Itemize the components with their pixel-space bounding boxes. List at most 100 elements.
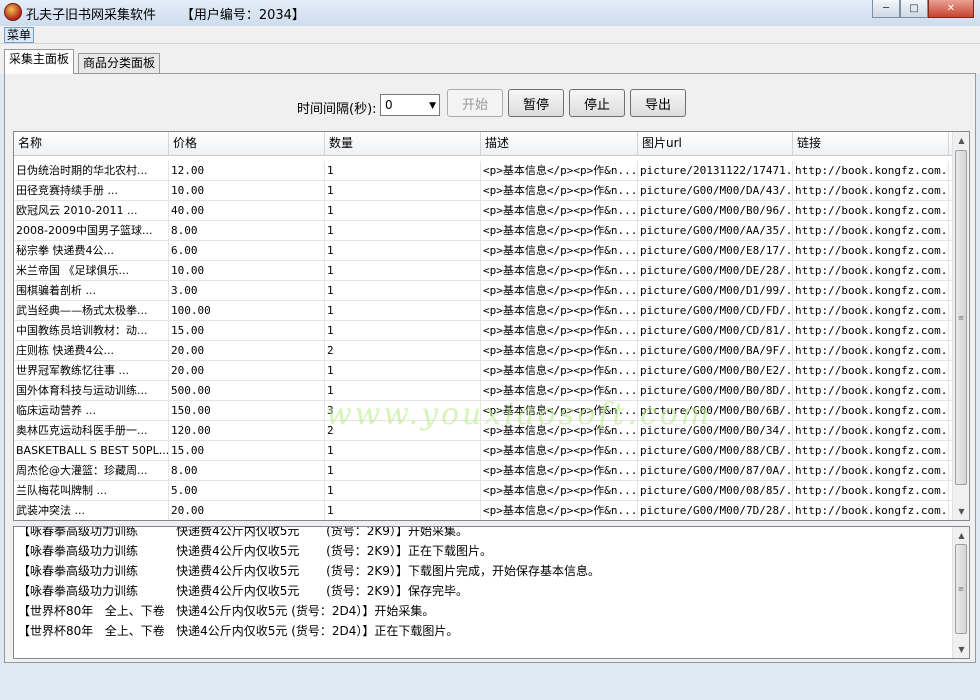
table-row[interactable]: 庄则栋 快递费4公... 20.00 2 <p>基本信息</p><p>作&n... pi…: [14, 341, 954, 361]
maximize-button[interactable]: □: [900, 0, 928, 18]
table-row[interactable]: 米兰帝国 《足球俱乐... 10.00 1 <p>基本信息</p><p>作&n... p…: [14, 261, 954, 281]
cell-link: http://book.kongfz.com...: [793, 201, 949, 221]
cell-description: <p>基本信息</p><p>作&n...: [481, 161, 638, 181]
cell-description: <p>基本信息</p><p>作&n...: [481, 261, 638, 281]
stop-button[interactable]: 停止: [569, 89, 625, 117]
column-header-description[interactable]: 描述: [481, 132, 638, 156]
column-header-name[interactable]: 名称: [14, 132, 169, 156]
cell-name: 欧冠风云 2010-2011 ...: [14, 201, 169, 221]
cell-image-url: picture/G00/M00/BA/9F/...: [638, 341, 793, 361]
cell-price: 100.00: [169, 301, 325, 321]
cell-price: 120.00: [169, 421, 325, 441]
table-row[interactable]: 日伪统治时期的华北农村... 12.00 1 <p>基本信息</p><p>作&n...…: [14, 161, 954, 181]
cell-name: 秘宗拳 快递费4公...: [14, 241, 169, 261]
cell-image-url: picture/G00/M00/B0/E2/...: [638, 361, 793, 381]
interval-select[interactable]: 0 ▼: [380, 94, 440, 116]
log-lines: 【咏春拳高级功力训练 快递费4公斤内仅收5元 (货号：2K9）】开始采集。 【咏春…: [18, 527, 600, 641]
cell-quantity: 1: [325, 301, 481, 321]
product-table[interactable]: 名称 价格 数量 描述 图片url 链接 日伪统治时期的华北农村... 12.00…: [13, 131, 970, 521]
cell-image-url: picture/G00/M00/E8/17/...: [638, 241, 793, 261]
scroll-down-icon[interactable]: ▼: [953, 641, 969, 658]
cell-description: <p>基本信息</p><p>作&n...: [481, 481, 638, 501]
table-scrollbar[interactable]: ▲ ≡ ▼: [952, 132, 969, 520]
bottom-strip: [0, 664, 980, 700]
cell-price: 10.00: [169, 181, 325, 201]
tab-product-category[interactable]: 商品分类面板: [78, 53, 161, 74]
column-header-quantity[interactable]: 数量: [325, 132, 481, 156]
table-row[interactable]: 世界冠军教练忆往事 ... 20.00 1 <p>基本信息</p><p>作&n... p…: [14, 361, 954, 381]
table-row[interactable]: 中国教练员培训教材：动... 15.00 1 <p>基本信息</p><p>作&n...…: [14, 321, 954, 341]
column-header-link[interactable]: 链接: [793, 132, 949, 156]
tab-collect-main[interactable]: 采集主面板: [4, 49, 75, 74]
cell-image-url: picture/G00/M00/88/CB/...: [638, 441, 793, 461]
cell-link: http://book.kongfz.com...: [793, 381, 949, 401]
menu-bar: 菜单: [0, 26, 980, 44]
scroll-thumb[interactable]: ≡: [955, 544, 967, 634]
pause-button[interactable]: 暂停: [508, 89, 564, 117]
cell-link: http://book.kongfz.com...: [793, 361, 949, 381]
cell-link: http://book.kongfz.com...: [793, 161, 949, 181]
menu-item-menu[interactable]: 菜单: [4, 27, 35, 43]
table-row[interactable]: 围棋骗着剖析 ... 3.00 1 <p>基本信息</p><p>作&n... pictu…: [14, 281, 954, 301]
table-row[interactable]: 武装冲突法 ... 20.00 1 <p>基本信息</p><p>作&n... pictu…: [14, 501, 954, 520]
cell-description: <p>基本信息</p><p>作&n...: [481, 181, 638, 201]
cell-quantity: 1: [325, 281, 481, 301]
table-row[interactable]: 武当经典——杨式太极拳... 100.00 1 <p>基本信息</p><p>作&n..…: [14, 301, 954, 321]
cell-quantity: 1: [325, 241, 481, 261]
collect-main-panel: 时间间隔(秒): 0 ▼ 开始 暂停 停止 导出 名称 价格 数量 描述 图片u…: [4, 73, 976, 663]
table-row[interactable]: 田径竞赛持续手册 ... 10.00 1 <p>基本信息</p><p>作&n... pi…: [14, 181, 954, 201]
cell-quantity: 2: [325, 421, 481, 441]
scroll-up-icon[interactable]: ▲: [953, 527, 969, 544]
cell-name: 田径竞赛持续手册 ...: [14, 181, 169, 201]
cell-quantity: 1: [325, 261, 481, 281]
scroll-down-icon[interactable]: ▼: [953, 503, 969, 520]
column-header-price[interactable]: 价格: [169, 132, 325, 156]
title-bar: 孔夫子旧书网采集软件 【用户编号：2034】 ─ □ ✕: [0, 0, 980, 26]
log-area[interactable]: 【咏春拳高级功力训练 快递费4公斤内仅收5元 (货号：2K9）】开始采集。 【咏春…: [13, 526, 970, 659]
cell-description: <p>基本信息</p><p>作&n...: [481, 381, 638, 401]
table-row[interactable]: 欧冠风云 2010-2011 ... 40.00 1 <p>基本信息</p><p>作&…: [14, 201, 954, 221]
table-header: 名称 价格 数量 描述 图片url 链接: [14, 132, 954, 156]
cell-description: <p>基本信息</p><p>作&n...: [481, 461, 638, 481]
cell-name: 兰队梅花叫牌制 ...: [14, 481, 169, 501]
cell-price: 40.00: [169, 201, 325, 221]
log-line: 【咏春拳高级功力训练 快递费4公斤内仅收5元 (货号：2K9）】保存完毕。: [18, 584, 468, 598]
table-row[interactable]: 2008-2009中国男子篮球... 8.00 1 <p>基本信息</p><p>作&n…: [14, 221, 954, 241]
cell-link: http://book.kongfz.com...: [793, 341, 949, 361]
cell-description: <p>基本信息</p><p>作&n...: [481, 241, 638, 261]
log-line: 【咏春拳高级功力训练 快递费4公斤内仅收5元 (货号：2K9）】下载图片完成，开…: [18, 564, 600, 578]
table-row[interactable]: 秘宗拳 快递费4公... 6.00 1 <p>基本信息</p><p>作&n... pic…: [14, 241, 954, 261]
scroll-up-icon[interactable]: ▲: [953, 132, 969, 149]
cell-description: <p>基本信息</p><p>作&n...: [481, 201, 638, 221]
log-scrollbar[interactable]: ▲ ≡ ▼: [952, 527, 969, 658]
table-row[interactable]: 兰队梅花叫牌制 ... 5.00 1 <p>基本信息</p><p>作&n... pict…: [14, 481, 954, 501]
log-line: 【世界杯80年 全上、下卷 快递4公斤内仅收5元 (货号：2D4）】正在下载图片…: [18, 624, 459, 638]
cell-quantity: 1: [325, 181, 481, 201]
app-logo-icon: [4, 3, 22, 21]
start-button[interactable]: 开始: [447, 89, 503, 117]
cell-link: http://book.kongfz.com...: [793, 181, 949, 201]
cell-name: 米兰帝国 《足球俱乐...: [14, 261, 169, 281]
cell-quantity: 1: [325, 501, 481, 520]
cell-quantity: 1: [325, 361, 481, 381]
table-row[interactable]: 国外体育科技与运动训练... 500.00 1 <p>基本信息</p><p>作&n..…: [14, 381, 954, 401]
table-row[interactable]: 临床运动营养 ... 150.00 3 <p>基本信息</p><p>作&n... pic…: [14, 401, 954, 421]
cell-price: 15.00: [169, 321, 325, 341]
cell-quantity: 2: [325, 341, 481, 361]
cell-name: 武当经典——杨式太极拳...: [14, 301, 169, 321]
cell-quantity: 1: [325, 461, 481, 481]
cell-link: http://book.kongfz.com...: [793, 321, 949, 341]
export-button[interactable]: 导出: [630, 89, 686, 117]
table-row[interactable]: 奥林匹克运动科医手册一... 120.00 2 <p>基本信息</p><p>作&n..…: [14, 421, 954, 441]
column-header-image-url[interactable]: 图片url: [638, 132, 793, 156]
table-body: 日伪统治时期的华北农村... 12.00 1 <p>基本信息</p><p>作&n...…: [14, 161, 954, 520]
table-row[interactable]: BASKETBALL S BEST 50PL... 15.00 1 <p>基本信息</…: [14, 441, 954, 461]
close-button[interactable]: ✕: [928, 0, 974, 18]
cell-image-url: picture/G00/M00/CD/FD/...: [638, 301, 793, 321]
table-row[interactable]: 周杰伦@大灌篮：珍藏周... 8.00 1 <p>基本信息</p><p>作&n... p…: [14, 461, 954, 481]
cell-image-url: picture/G00/M00/D1/99/...: [638, 281, 793, 301]
cell-image-url: picture/G00/M00/DE/28/...: [638, 261, 793, 281]
minimize-button[interactable]: ─: [872, 0, 900, 18]
scroll-thumb[interactable]: ≡: [955, 150, 967, 485]
cell-description: <p>基本信息</p><p>作&n...: [481, 341, 638, 361]
